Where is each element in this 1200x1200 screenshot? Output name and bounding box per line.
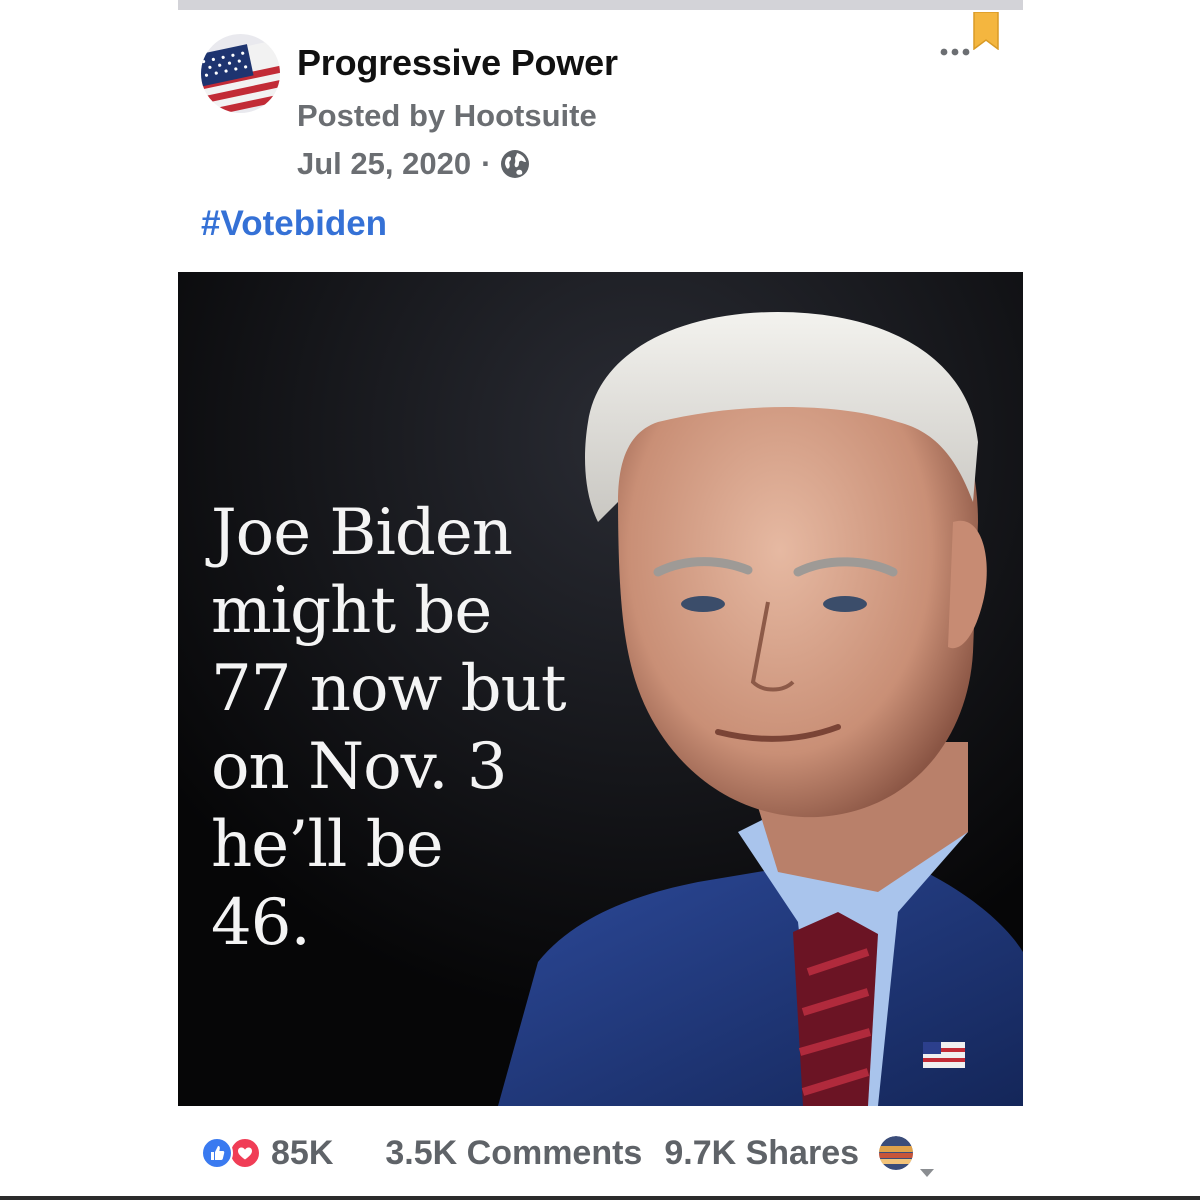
post-date[interactable]: Jul 25, 2020 — [297, 146, 471, 182]
meta-separator: · — [481, 146, 492, 181]
top-divider — [178, 0, 1023, 10]
posted-by-label: Posted by Hootsuite — [297, 98, 597, 133]
page-name[interactable]: Progressive Power — [297, 42, 618, 84]
post-meta-row: Jul 25, 2020 · — [297, 146, 531, 182]
love-icon — [229, 1137, 261, 1169]
bookmark-icon[interactable] — [973, 11, 999, 51]
like-icon — [201, 1137, 233, 1169]
comments-count[interactable]: 3.5K Comments — [385, 1134, 642, 1173]
flag-avatar-image — [201, 34, 280, 113]
more-horizontal-icon[interactable] — [938, 40, 974, 60]
bottom-divider — [0, 1196, 1200, 1200]
shares-count[interactable]: 9.7K Shares — [664, 1134, 859, 1173]
engagement-stats-row: 85K 3.5K Comments 9.7K Shares — [201, 1130, 935, 1177]
hashtag-link[interactable]: #Votebiden — [201, 204, 387, 244]
chevron-down-icon[interactable] — [919, 1148, 935, 1177]
post-image[interactable]: Joe Biden might be 77 now but on Nov. 3 … — [178, 272, 1023, 1106]
viewer-avatar-icon[interactable] — [879, 1136, 914, 1170]
reactions-count[interactable]: 85K — [271, 1134, 333, 1173]
reaction-icons[interactable] — [201, 1137, 261, 1169]
globe-icon — [499, 148, 531, 180]
image-caption-text: Joe Biden might be 77 now but on Nov. 3 … — [211, 496, 567, 960]
page-avatar[interactable] — [201, 34, 280, 113]
